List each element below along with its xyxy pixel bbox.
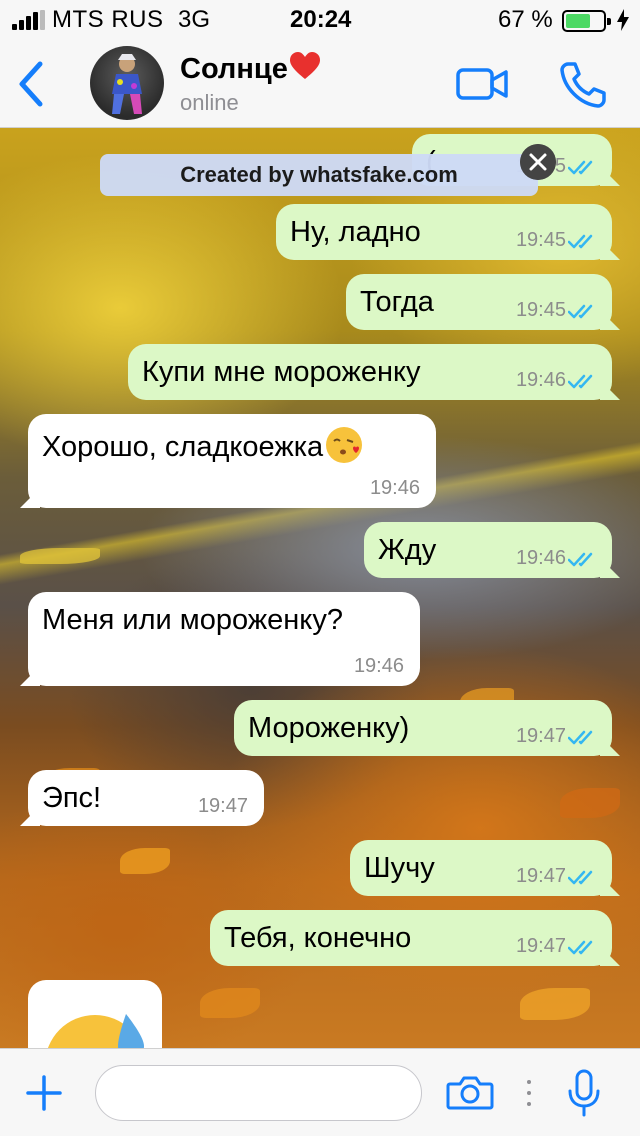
- chat-header: Солнце online: [0, 40, 640, 128]
- message-text: Эпс!: [42, 782, 102, 814]
- plus-icon[interactable]: [26, 1075, 62, 1111]
- message-time: 19:46: [515, 547, 566, 569]
- contact-name-text: Солнце: [180, 53, 288, 85]
- carrier-label: MTS RUS: [52, 6, 164, 33]
- read-ticks-icon: [568, 552, 593, 567]
- heart-emoji: [289, 52, 320, 79]
- read-ticks-icon: [568, 374, 593, 389]
- message-bubble-outgoing[interactable]: Шучу 19:47: [350, 840, 612, 896]
- battery-icon: [562, 10, 611, 32]
- message-text: Жду: [378, 534, 437, 566]
- message-time: 19:47: [515, 865, 566, 887]
- message-bubble-outgoing[interactable]: Тебя, конечно 19:47: [210, 910, 612, 966]
- sweat-smile-emoji: [47, 1014, 144, 1048]
- back-chevron-icon[interactable]: [14, 60, 48, 108]
- video-call-icon[interactable]: [456, 66, 508, 102]
- message-time: 19:47: [197, 795, 248, 817]
- charging-bolt-icon: [617, 9, 629, 31]
- message-time: 19:45: [515, 299, 566, 321]
- message-text: Купи мне мороженку: [142, 356, 421, 388]
- message-bubble-outgoing[interactable]: Тогда 19:45: [346, 274, 612, 330]
- message-bubble-incoming[interactable]: Меня или мороженку? 19:46: [28, 592, 420, 686]
- more-dots-icon[interactable]: [526, 1079, 532, 1107]
- message-time: 19:46: [515, 369, 566, 391]
- read-ticks-icon: [568, 304, 593, 319]
- message-text: Меня или мороженку?: [42, 604, 343, 636]
- message-text: Тебя, конечно: [224, 922, 412, 954]
- chat-area[interactable]: ( 19:45 Created by whatsfake.com Ну, лад…: [0, 128, 640, 1048]
- message-bubble-outgoing[interactable]: Мороженку) 19:47: [234, 700, 612, 756]
- watermark-text: Created by whatsfake.com: [180, 162, 458, 187]
- phone-call-icon[interactable]: [558, 60, 608, 108]
- message-input-bar: [0, 1048, 640, 1136]
- message-text: Мороженку): [248, 712, 410, 744]
- message-time: 19:46: [369, 477, 420, 499]
- read-ticks-icon: [568, 234, 593, 249]
- message-time: 19:47: [515, 935, 566, 957]
- status-time: 20:24: [290, 6, 352, 33]
- message-bubble-incoming[interactable]: Эпс! 19:47: [28, 770, 264, 826]
- message-text: Хорошо, сладкоежка: [42, 431, 324, 463]
- message-bubble-outgoing[interactable]: Купи мне мороженку 19:46: [128, 344, 612, 400]
- message-bubble-outgoing[interactable]: Жду 19:46: [364, 522, 612, 578]
- kissing-heart-emoji: [326, 427, 363, 463]
- message-bubble-outgoing[interactable]: Ну, ладно 19:45: [276, 204, 612, 260]
- battery-fill: [566, 14, 590, 28]
- read-ticks-icon: [568, 730, 593, 745]
- network-type-label: 3G: [178, 6, 211, 33]
- message-bubble-incoming[interactable]: Хорошо, сладкоежка 19:46: [28, 414, 436, 508]
- battery-percent: 67 %: [498, 6, 553, 33]
- message-time: 19:46: [353, 655, 404, 677]
- close-icon[interactable]: [520, 144, 556, 180]
- watermark-banner: Created by whatsfake.com: [100, 154, 538, 196]
- read-ticks-icon: [568, 160, 593, 175]
- read-ticks-icon: [568, 870, 593, 885]
- read-ticks-icon: [568, 940, 593, 955]
- signal-icon: [12, 10, 48, 30]
- message-text: Ну, ладно: [290, 216, 421, 248]
- contact-avatar[interactable]: [90, 46, 164, 120]
- message-text: Шучу: [364, 852, 435, 884]
- microphone-icon[interactable]: [566, 1069, 602, 1117]
- message-input[interactable]: [95, 1065, 422, 1121]
- camera-icon[interactable]: [446, 1075, 494, 1111]
- message-text: Тогда: [360, 286, 434, 318]
- status-bar: MTS RUS 3G 20:24 67 %: [0, 0, 640, 40]
- contact-status: online: [180, 90, 239, 115]
- message-bubble-incoming[interactable]: [28, 980, 162, 1048]
- message-time: 19:45: [515, 229, 566, 251]
- message-time: 19:47: [515, 725, 566, 747]
- contact-name[interactable]: Солнце: [180, 52, 320, 86]
